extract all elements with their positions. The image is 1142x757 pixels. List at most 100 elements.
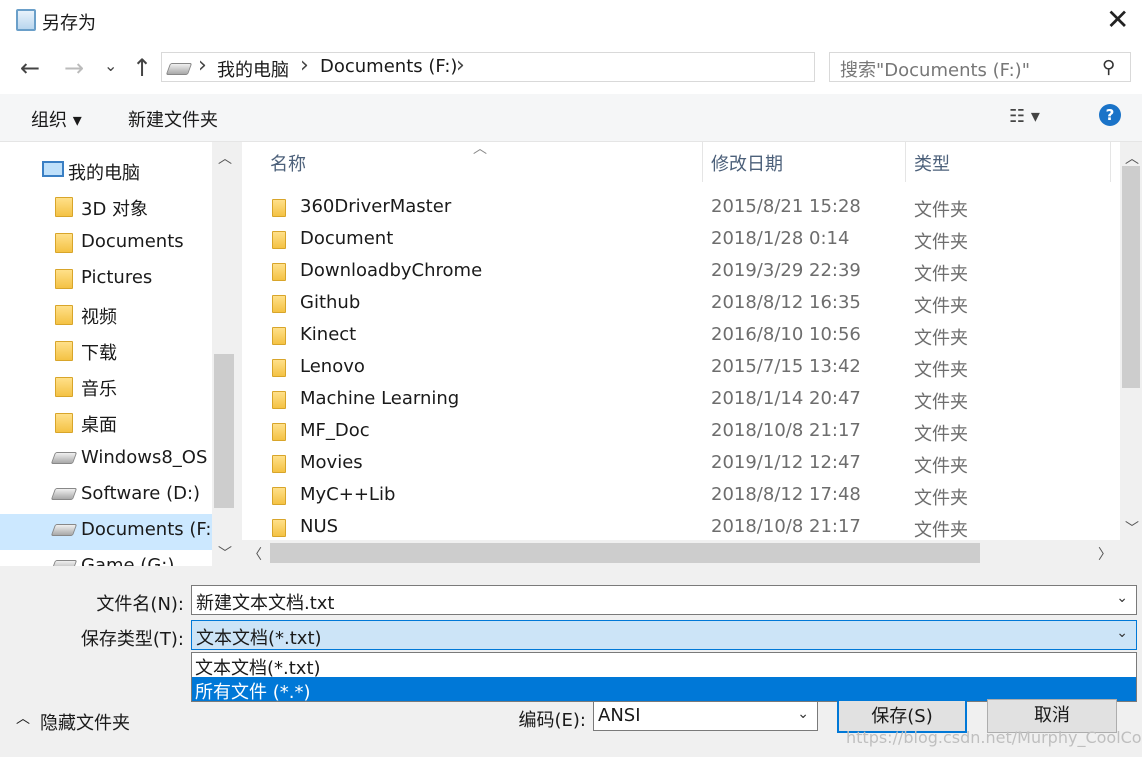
column-header-name[interactable]: 名称 bbox=[270, 150, 306, 176]
encoding-select[interactable]: ANSI ⌄ bbox=[593, 701, 818, 731]
file-type: 文件夹 bbox=[914, 200, 968, 221]
filetype-option-all[interactable]: 所有文件 (*.*) bbox=[192, 677, 1136, 703]
file-type: 文件夹 bbox=[914, 456, 968, 477]
sidebar-item-windows8-os[interactable]: Windows8_OS ( bbox=[0, 442, 212, 478]
help-button[interactable]: ? bbox=[1099, 104, 1121, 126]
scroll-up-arrow-icon[interactable]: ︿ bbox=[218, 148, 232, 168]
pictures-folder-icon bbox=[55, 269, 73, 289]
sidebar-item-my-computer[interactable]: 我的电脑 bbox=[0, 154, 212, 190]
column-divider[interactable] bbox=[1110, 142, 1111, 182]
organize-menu-button[interactable]: 组织 ▾ bbox=[31, 106, 82, 132]
file-row[interactable]: Lenovo 2015/7/15 13:42 文件夹 bbox=[242, 352, 1120, 384]
close-button[interactable]: ✕ bbox=[1106, 6, 1129, 34]
file-row[interactable]: Document 2018/1/28 0:14 文件夹 bbox=[242, 224, 1120, 256]
file-date: 2018/8/12 17:48 bbox=[711, 484, 861, 505]
sidebar-item-documents-f[interactable]: Documents (F:) bbox=[0, 514, 212, 550]
sidebar-item-label: 我的电脑 bbox=[68, 163, 140, 184]
filetype-option-txt[interactable]: 文本文档(*.txt) bbox=[192, 653, 1136, 679]
scroll-down-arrow-icon[interactable]: ﹀ bbox=[218, 543, 232, 563]
sidebar-item-label: Game (G:) bbox=[81, 555, 175, 566]
3d-objects-folder-icon bbox=[55, 197, 73, 217]
folder-icon bbox=[272, 231, 286, 249]
chevron-down-icon[interactable]: ⌄ bbox=[1116, 625, 1128, 641]
chevron-down-icon[interactable]: ⌄ bbox=[1116, 590, 1128, 606]
column-divider[interactable] bbox=[905, 142, 906, 182]
file-list-horizontal-scrollbar-thumb[interactable] bbox=[270, 543, 980, 563]
filename-field[interactable]: 新建文本文档.txt ⌄ bbox=[191, 585, 1137, 615]
search-input[interactable]: 搜索"Documents (F:)" bbox=[840, 56, 1030, 82]
folder-icon bbox=[272, 391, 286, 409]
sidebar-item-documents[interactable]: Documents bbox=[0, 226, 212, 262]
scroll-right-arrow-icon[interactable]: 〉 bbox=[1098, 544, 1112, 564]
navigation-pane-scrollbar-thumb[interactable] bbox=[214, 354, 234, 508]
file-date: 2019/1/12 12:47 bbox=[711, 452, 861, 473]
sidebar-item-software-d[interactable]: Software (D:) bbox=[0, 478, 212, 514]
up-button[interactable]: ↑ bbox=[132, 54, 152, 82]
sidebar-item-pictures[interactable]: Pictures bbox=[0, 262, 212, 298]
file-type: 文件夹 bbox=[914, 264, 968, 285]
file-name: Github bbox=[300, 292, 361, 313]
file-type: 文件夹 bbox=[914, 392, 968, 413]
new-folder-button[interactable]: 新建文件夹 bbox=[128, 106, 218, 132]
chevron-down-icon[interactable]: ⌄ bbox=[797, 706, 809, 722]
folder-icon bbox=[272, 327, 286, 345]
search-box[interactable]: 搜索"Documents (F:)" ⚲ bbox=[829, 52, 1131, 82]
scroll-down-arrow-icon[interactable]: ﹀ bbox=[1125, 518, 1139, 538]
sidebar-item-desktop[interactable]: 桌面 bbox=[0, 406, 212, 442]
file-row[interactable]: 360DriverMaster 2015/8/21 15:28 文件夹 bbox=[242, 192, 1120, 224]
navigation-pane: 我的电脑 3D 对象 Documents Pictures 视频 下载 音乐 桌… bbox=[0, 142, 212, 566]
view-options-icon[interactable]: ☷ ▾ bbox=[1009, 106, 1040, 127]
file-row[interactable]: MF_Doc 2018/10/8 21:17 文件夹 bbox=[242, 416, 1120, 448]
file-row[interactable]: NUS 2018/10/8 21:17 文件夹 bbox=[242, 512, 1120, 540]
hide-folders-button[interactable]: 隐藏文件夹 bbox=[40, 709, 130, 735]
scroll-left-arrow-icon[interactable]: 〈 bbox=[248, 544, 262, 564]
filetype-select[interactable]: 文本文档(*.txt) ⌄ bbox=[191, 620, 1137, 650]
file-name: NUS bbox=[300, 516, 339, 537]
chevron-up-icon[interactable]: ︿ bbox=[16, 708, 30, 728]
file-row[interactable]: Github 2018/8/12 16:35 文件夹 bbox=[242, 288, 1120, 320]
computer-icon bbox=[42, 161, 64, 177]
search-icon[interactable]: ⚲ bbox=[1102, 57, 1115, 78]
drive-icon bbox=[50, 452, 78, 464]
file-date: 2018/1/14 20:47 bbox=[711, 388, 861, 409]
file-row[interactable]: Kinect 2016/8/10 10:56 文件夹 bbox=[242, 320, 1120, 352]
back-button[interactable]: ← bbox=[20, 54, 40, 82]
filetype-selected-value: 文本文档(*.txt) bbox=[196, 628, 322, 649]
breadcrumb-documents-f[interactable]: Documents (F:) bbox=[320, 56, 457, 77]
column-divider[interactable] bbox=[702, 142, 703, 182]
file-name: MyC++Lib bbox=[300, 484, 396, 505]
drive-icon bbox=[50, 488, 78, 500]
sidebar-item-label: Windows8_OS ( bbox=[81, 447, 212, 468]
file-date: 2016/8/10 10:56 bbox=[711, 324, 861, 345]
file-name: Movies bbox=[300, 452, 363, 473]
scroll-up-arrow-icon[interactable]: ︿ bbox=[1125, 148, 1139, 168]
sidebar-item-label: Pictures bbox=[81, 267, 153, 288]
filetype-dropdown-list: 文本文档(*.txt) 所有文件 (*.*) bbox=[191, 652, 1137, 703]
file-row[interactable]: Movies 2019/1/12 12:47 文件夹 bbox=[242, 448, 1120, 480]
file-list-vertical-scrollbar-thumb[interactable] bbox=[1122, 166, 1140, 388]
sidebar-item-3d-objects[interactable]: 3D 对象 bbox=[0, 190, 212, 226]
sidebar-item-videos[interactable]: 视频 bbox=[0, 298, 212, 334]
file-type: 文件夹 bbox=[914, 488, 968, 509]
encoding-label: 编码(E): bbox=[518, 710, 586, 731]
file-row[interactable]: MyC++Lib 2018/8/12 17:48 文件夹 bbox=[242, 480, 1120, 512]
sidebar-item-game-g[interactable]: Game (G:) bbox=[0, 550, 212, 566]
forward-button[interactable]: → bbox=[64, 54, 84, 82]
filename-input[interactable]: 新建文本文档.txt bbox=[196, 589, 335, 615]
file-date: 2018/8/12 16:35 bbox=[711, 292, 861, 313]
sidebar-item-label: 桌面 bbox=[81, 415, 117, 436]
column-header-date[interactable]: 修改日期 bbox=[711, 150, 783, 176]
column-header-type[interactable]: 类型 bbox=[914, 150, 950, 176]
filename-label: 文件名(N): bbox=[96, 594, 184, 615]
breadcrumb-my-computer[interactable]: 我的电脑 bbox=[217, 56, 289, 82]
file-name: MF_Doc bbox=[300, 420, 370, 441]
sidebar-item-label: 下载 bbox=[81, 343, 117, 364]
sidebar-item-music[interactable]: 音乐 bbox=[0, 370, 212, 406]
sidebar-item-label: 音乐 bbox=[81, 379, 117, 400]
file-row[interactable]: DownloadbyChrome 2019/3/29 22:39 文件夹 bbox=[242, 256, 1120, 288]
address-bar[interactable]: › 我的电脑 › Documents (F:) › ⌄ ↻ bbox=[161, 52, 971, 82]
sidebar-item-downloads[interactable]: 下载 bbox=[0, 334, 212, 370]
recent-locations-button[interactable]: ⌄ bbox=[104, 56, 117, 75]
folder-icon bbox=[272, 199, 286, 217]
file-row[interactable]: Machine Learning 2018/1/14 20:47 文件夹 bbox=[242, 384, 1120, 416]
